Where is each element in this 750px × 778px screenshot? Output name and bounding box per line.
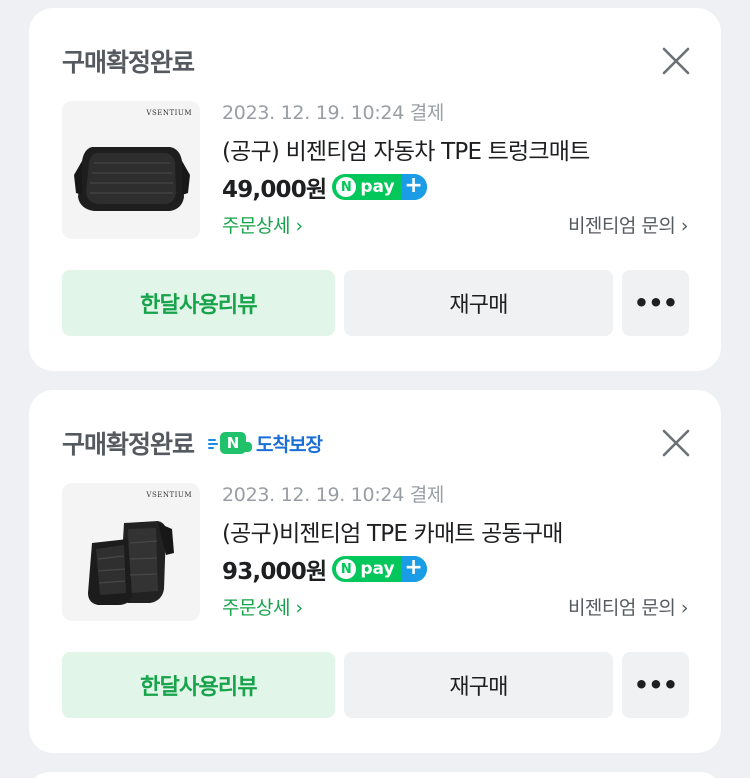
badge-label: 도착보장 [256, 433, 323, 456]
product-thumbnail[interactable]: VSENTIUM [62, 483, 200, 621]
order-date: 2023. 12. 19. 10:24 결제 [222, 484, 445, 506]
product-price: 49,000원 [222, 177, 327, 203]
order-date: 2023. 12. 19. 10:24 결제 [222, 102, 445, 124]
status-row: 구매확정완료 N 도착보장 [62, 425, 323, 461]
delivery-guarantee-icon: N [220, 432, 253, 454]
order-detail-link[interactable]: 주문상세 › [222, 593, 303, 620]
npay-plus-icon: + [400, 556, 427, 582]
seller-inquiry-link[interactable]: 비젠티엄 문의 › [568, 211, 689, 238]
rebuy-button[interactable]: 재구매 [344, 652, 613, 718]
order-card: 구매확정완료 VSENTIUM 2023. 12. 19. 10:24 결제 (… [29, 8, 721, 371]
review-button[interactable]: 한달사용리뷰 [62, 652, 335, 718]
price-row: 93,000원 N pay + [222, 552, 427, 586]
npay-logo: N pay + [332, 174, 427, 200]
order-status: 구매확정완료 [62, 48, 195, 77]
product-title[interactable]: (공구) 비젠티엄 자동차 TPE 트렁크매트 [222, 132, 590, 166]
npay-text: pay [360, 559, 395, 579]
trunk-mat-image [74, 147, 190, 211]
order-card-partial [29, 772, 721, 778]
review-button[interactable]: 한달사용리뷰 [62, 270, 335, 336]
speed-lines-icon [208, 436, 219, 450]
npay-n-icon: N [336, 177, 357, 197]
npay-plus-icon: + [400, 174, 427, 200]
close-icon[interactable] [661, 46, 691, 76]
order-card: 구매확정완료 N 도착보장 VSENTIUM 2023. 12. 19. 10:… [29, 390, 721, 753]
price-row: 49,000원 N pay + [222, 170, 427, 204]
product-price: 93,000원 [222, 559, 327, 585]
npay-n-icon: N [336, 559, 357, 579]
close-icon[interactable] [661, 428, 691, 458]
npay-logo: N pay + [332, 556, 427, 582]
seller-inquiry-link[interactable]: 비젠티엄 문의 › [568, 593, 689, 620]
more-button[interactable]: ••• [622, 270, 689, 336]
order-detail-link[interactable]: 주문상세 › [222, 211, 303, 238]
delivery-guarantee-badge: N 도착보장 [208, 430, 323, 457]
car-mat-image [88, 521, 174, 605]
npay-text: pay [360, 177, 395, 197]
status-row: 구매확정완료 [62, 43, 195, 79]
more-button[interactable]: ••• [622, 652, 689, 718]
product-title[interactable]: (공구)비젠티엄 TPE 카매트 공동구매 [222, 514, 563, 548]
order-status: 구매확정완료 [62, 430, 195, 459]
product-thumbnail[interactable]: VSENTIUM [62, 101, 200, 239]
rebuy-button[interactable]: 재구매 [344, 270, 613, 336]
